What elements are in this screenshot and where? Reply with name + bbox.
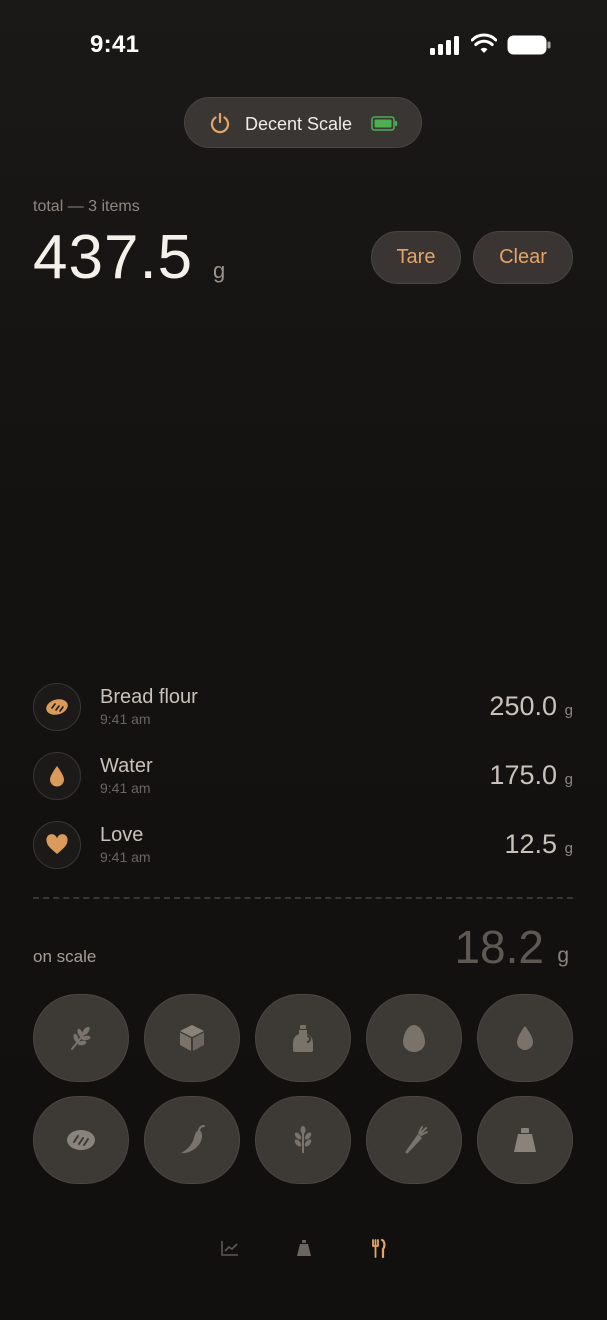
item-time: 9:41 am bbox=[100, 780, 151, 796]
ingredient-egg-button[interactable] bbox=[366, 994, 462, 1082]
ingredient-herb-button[interactable] bbox=[255, 1096, 351, 1184]
chart-icon[interactable] bbox=[220, 1238, 240, 1258]
ingredient-carrot-button[interactable] bbox=[366, 1096, 462, 1184]
cube-icon bbox=[180, 1025, 204, 1051]
list-item[interactable]: Bread flour 9:41 am 250.0 g bbox=[33, 683, 573, 743]
tare-button[interactable]: Tare bbox=[371, 231, 461, 284]
list-item[interactable]: Love 9:41 am 12.5 g bbox=[33, 821, 573, 881]
divider bbox=[33, 897, 573, 899]
ingredient-water-button[interactable] bbox=[477, 994, 573, 1082]
item-name: Water bbox=[100, 755, 153, 777]
wheat-icon bbox=[71, 1026, 91, 1050]
on-scale-label: on scale bbox=[33, 947, 97, 966]
clear-button[interactable]: Clear bbox=[473, 231, 573, 284]
item-time: 9:41 am bbox=[100, 711, 151, 727]
item-unit: g bbox=[564, 840, 573, 857]
item-name: Bread flour bbox=[100, 686, 198, 708]
item-weight: 12.5 bbox=[504, 829, 557, 859]
bread-loaf-icon bbox=[67, 1130, 95, 1150]
device-battery-icon bbox=[371, 116, 398, 131]
item-unit: g bbox=[564, 702, 573, 719]
status-bar: 9:41 bbox=[0, 0, 607, 90]
water-drop-icon bbox=[517, 1026, 533, 1050]
ingredient-weight-button[interactable] bbox=[477, 1096, 573, 1184]
device-connection-button[interactable]: Decent Scale bbox=[184, 97, 422, 148]
battery-icon bbox=[507, 35, 551, 55]
status-time: 9:41 bbox=[90, 31, 140, 58]
carrot-icon bbox=[405, 1126, 428, 1154]
total-weight: 437.5 bbox=[33, 223, 194, 292]
on-scale-unit: g bbox=[557, 944, 569, 967]
item-weight: 175.0 bbox=[489, 760, 557, 790]
item-name: Love bbox=[100, 824, 144, 846]
fork-knife-icon[interactable] bbox=[368, 1238, 388, 1258]
on-scale-weight: 18.2 bbox=[454, 921, 544, 973]
chili-icon bbox=[181, 1125, 205, 1154]
power-icon bbox=[210, 112, 230, 134]
item-unit: g bbox=[564, 771, 573, 788]
item-time: 9:41 am bbox=[100, 849, 151, 865]
total-unit: g bbox=[213, 258, 226, 283]
ingredient-cube-button[interactable] bbox=[144, 994, 240, 1082]
scale-icon[interactable] bbox=[294, 1238, 314, 1258]
cellular-signal-icon bbox=[430, 35, 462, 55]
water-drop-icon bbox=[33, 752, 81, 800]
ingredient-chili-button[interactable] bbox=[144, 1096, 240, 1184]
egg-icon bbox=[403, 1025, 425, 1052]
ingredient-oil-button[interactable] bbox=[255, 994, 351, 1082]
heart-icon bbox=[33, 821, 81, 869]
total-label: total — 3 items bbox=[33, 198, 140, 215]
ingredient-bread-button[interactable] bbox=[33, 1096, 129, 1184]
list-item[interactable]: Water 9:41 am 175.0 g bbox=[33, 752, 573, 812]
device-name: Decent Scale bbox=[245, 114, 353, 134]
bread-icon bbox=[33, 683, 81, 731]
item-weight: 250.0 bbox=[489, 691, 557, 721]
herb-icon bbox=[294, 1126, 312, 1153]
weight-icon bbox=[514, 1128, 536, 1152]
wifi-icon bbox=[471, 33, 497, 53]
app-screen: 9:41 Decent Scale total — 3 items 437.5 … bbox=[0, 0, 607, 1320]
ingredient-wheat-button[interactable] bbox=[33, 994, 129, 1082]
oil-bottle-icon bbox=[293, 1025, 313, 1052]
